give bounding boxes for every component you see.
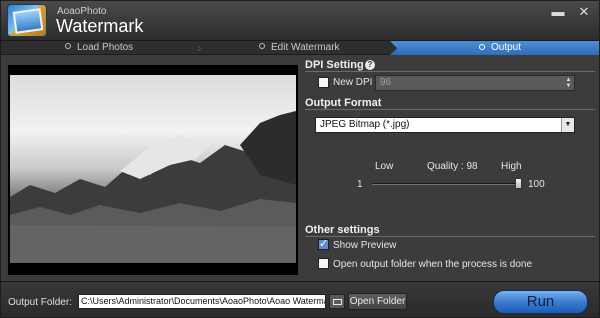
step-edit-watermark[interactable]: Edit Watermark bbox=[259, 41, 340, 55]
output-format-select[interactable]: JPEG Bitmap (*.jpg) ▼ bbox=[315, 117, 575, 133]
spin-arrows-icon[interactable]: ▲ ▼ bbox=[564, 77, 573, 89]
divider bbox=[305, 71, 595, 72]
quality-min-label: 1 bbox=[357, 179, 363, 190]
quality-max-label: 100 bbox=[528, 179, 545, 190]
show-preview-checkbox[interactable] bbox=[318, 237, 329, 250]
open-folder-label: Open output folder when the process is d… bbox=[333, 259, 533, 270]
new-dpi-checkbox[interactable] bbox=[318, 77, 329, 88]
quality-low-label: Low bbox=[375, 161, 394, 172]
open-folder-button[interactable]: Open Folder bbox=[348, 293, 407, 310]
dpi-setting-title: DPI Setting bbox=[305, 59, 364, 71]
new-dpi-label: New DPI bbox=[333, 77, 373, 88]
quality-value-label: Quality : 98 bbox=[427, 161, 478, 172]
help-icon[interactable]: ? bbox=[365, 60, 375, 70]
close-button[interactable]: ✕ bbox=[573, 5, 595, 21]
folder-icon[interactable] bbox=[329, 294, 345, 309]
divider bbox=[305, 236, 595, 237]
step-bar: Load Photos › Edit Watermark Output bbox=[1, 39, 599, 55]
quality-slider-track[interactable] bbox=[372, 183, 522, 185]
minimize-button[interactable]: ▬ bbox=[547, 5, 569, 21]
step-separator-icon: › bbox=[197, 39, 202, 55]
step-dot-icon bbox=[259, 43, 265, 50]
other-settings-title: Other settings bbox=[305, 224, 380, 236]
output-folder-label: Output Folder: bbox=[8, 297, 72, 308]
open-folder-checkbox[interactable] bbox=[318, 258, 329, 269]
output-format-value: JPEG Bitmap (*.jpg) bbox=[320, 119, 410, 130]
output-format-title: Output Format bbox=[305, 97, 382, 109]
preview-pane bbox=[8, 65, 298, 275]
divider bbox=[305, 109, 595, 110]
step-label: Output bbox=[491, 42, 522, 53]
step-label: Edit Watermark bbox=[271, 42, 340, 53]
title-bar: AoaoPhoto Watermark ▬ ✕ bbox=[1, 1, 599, 41]
dpi-value: 96 bbox=[380, 77, 392, 88]
app-name-big: Watermark bbox=[56, 16, 144, 36]
step-dot-icon bbox=[479, 44, 485, 51]
step-load-photos[interactable]: Load Photos bbox=[65, 41, 133, 55]
quality-high-label: High bbox=[501, 161, 522, 172]
dpi-value-field[interactable]: 96 ▲ ▼ bbox=[375, 75, 575, 91]
chevron-down-icon[interactable]: ▼ bbox=[561, 118, 574, 132]
step-label: Load Photos bbox=[77, 42, 134, 53]
show-preview-label: Show Preview bbox=[333, 240, 397, 251]
run-button[interactable]: Run bbox=[493, 290, 588, 314]
step-output[interactable]: Output bbox=[390, 41, 599, 55]
quality-slider-thumb[interactable] bbox=[514, 178, 522, 189]
step-dot-icon bbox=[65, 43, 71, 50]
output-folder-field[interactable]: C:\Users\Administrator\Documents\AoaoPho… bbox=[78, 294, 326, 309]
app-logo-icon bbox=[7, 4, 47, 37]
preview-image bbox=[10, 75, 296, 263]
app-window: AoaoPhoto Watermark ▬ ✕ Load Photos › Ed… bbox=[0, 0, 600, 318]
